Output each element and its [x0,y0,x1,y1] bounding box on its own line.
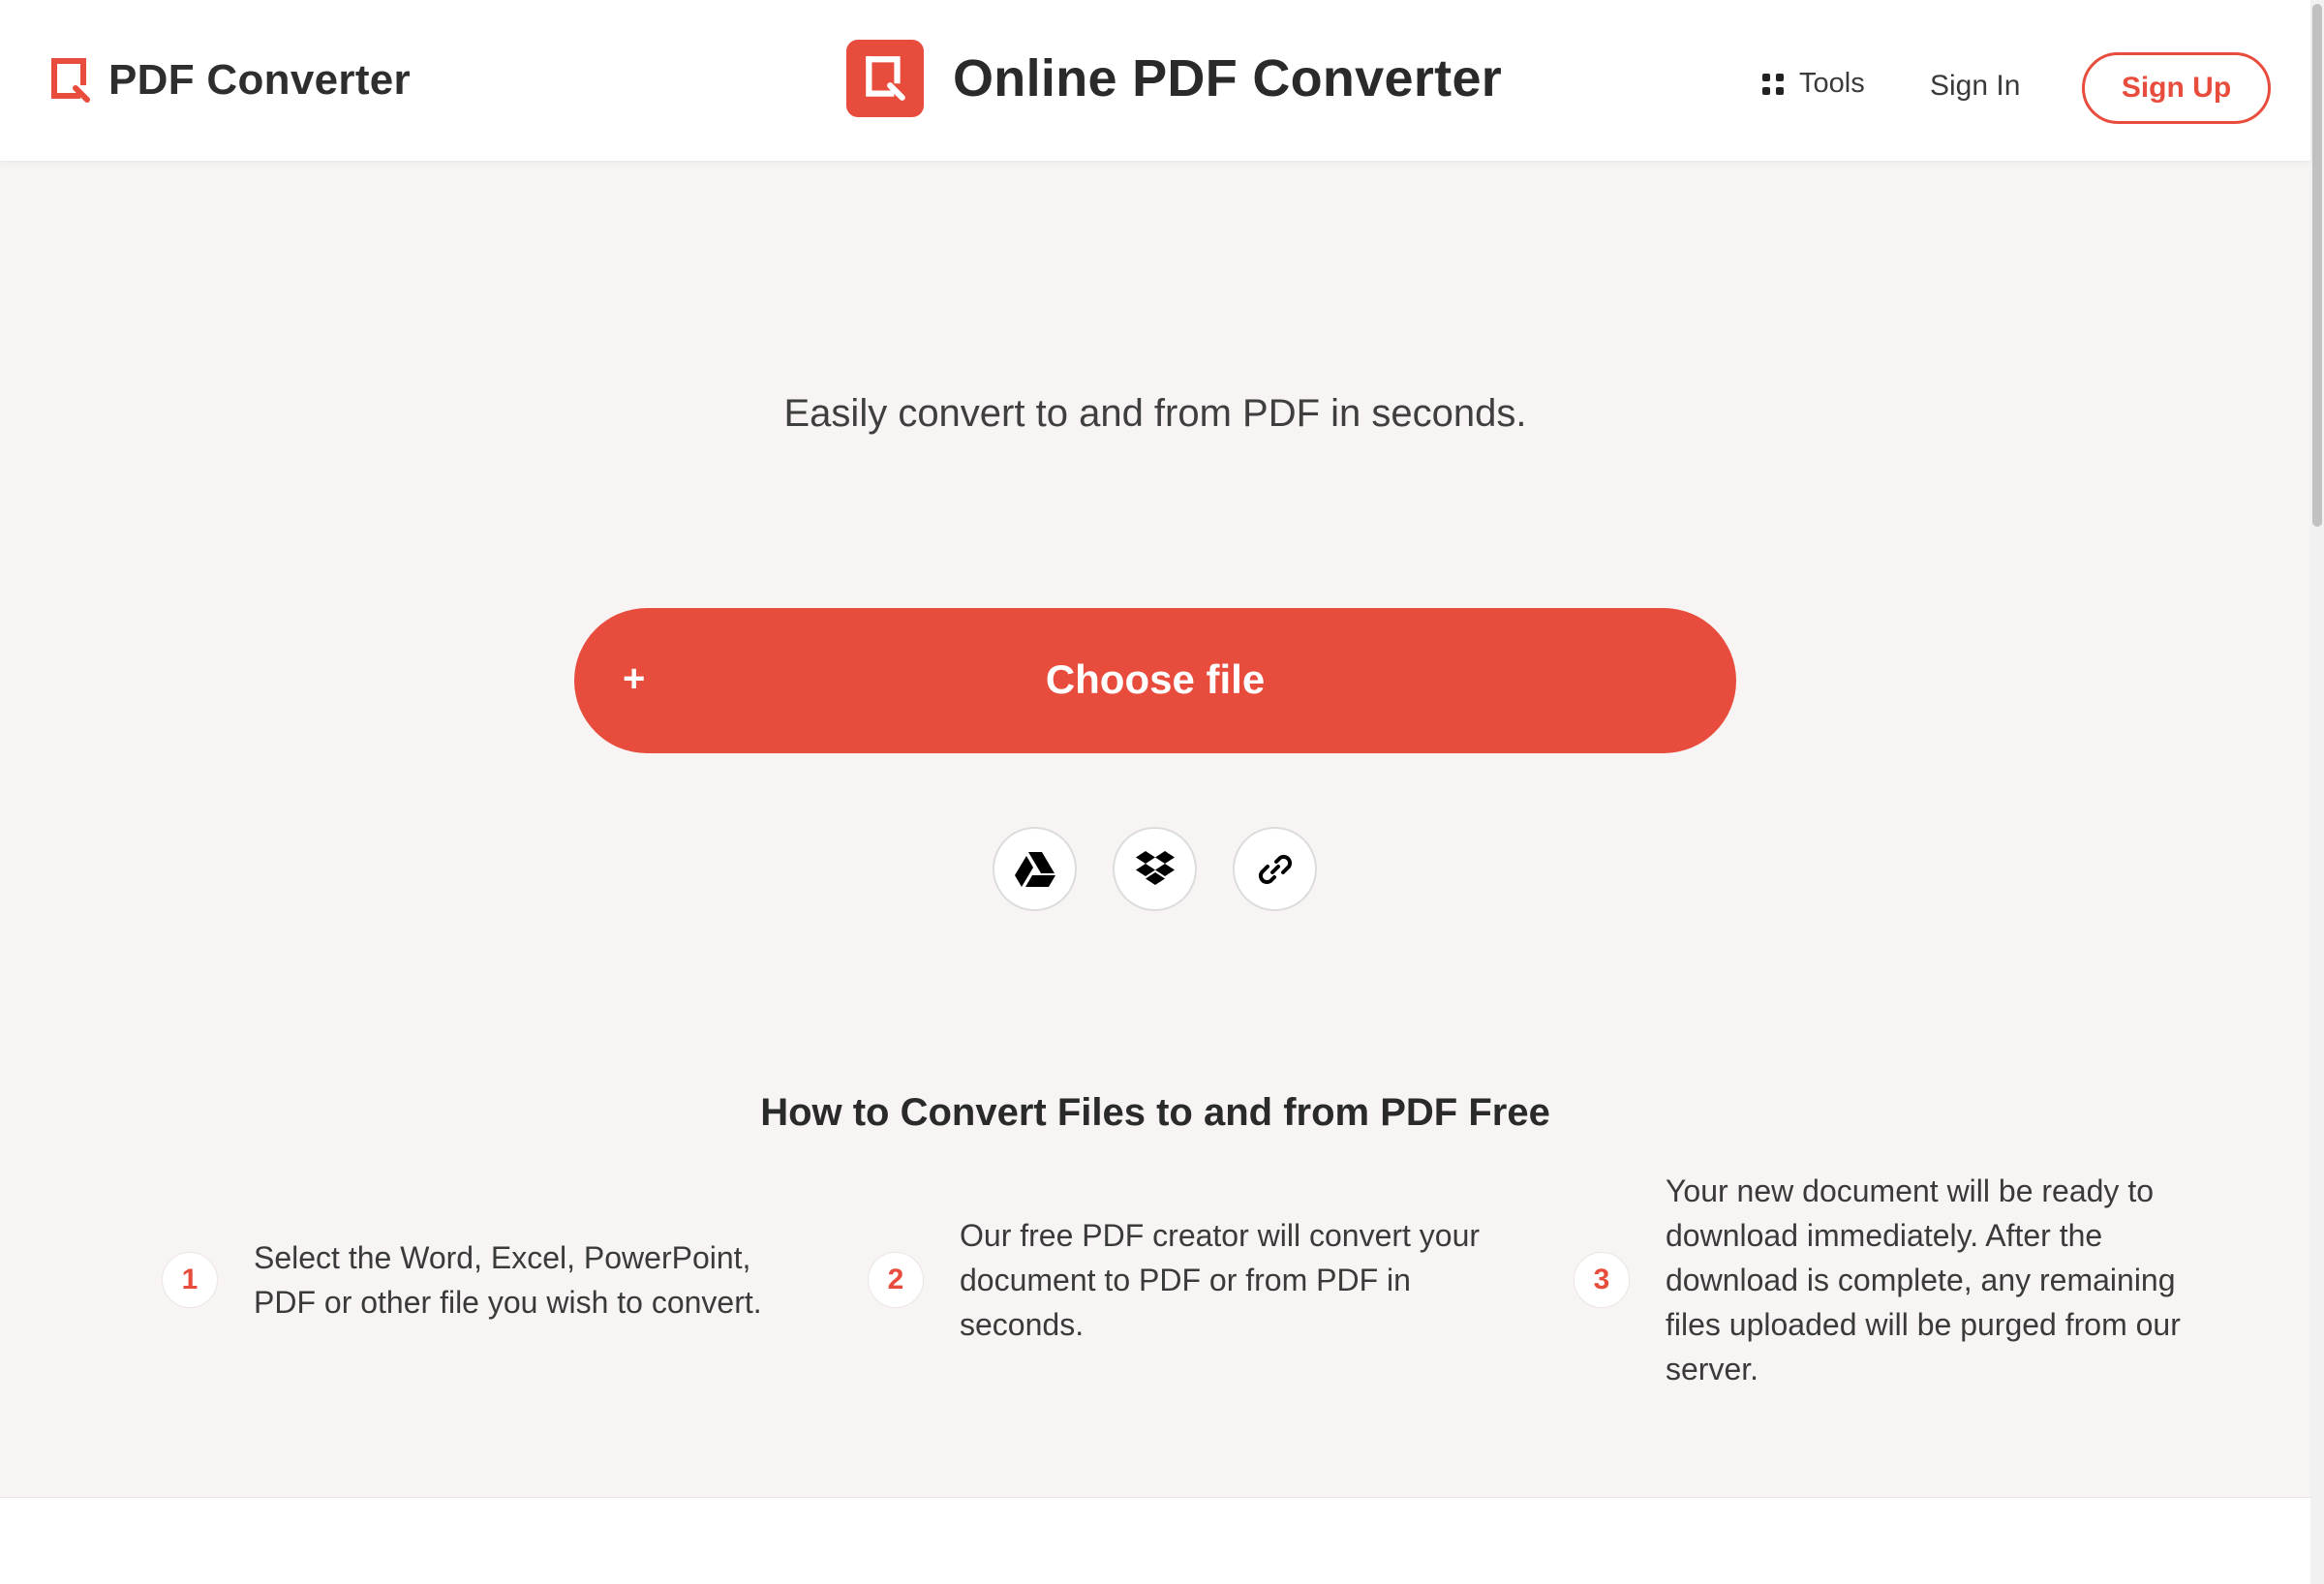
scrollbar-thumb[interactable] [2312,4,2322,527]
upload-sources [993,827,1317,911]
converter-logo-icon [866,56,905,101]
sign-up-button[interactable]: Sign Up [2082,52,2271,124]
brand-logo-link[interactable]: PDF Converter [50,56,411,105]
step-item: 3 Your new document will be ready to dow… [1574,1173,2232,1386]
top-header: PDF Converter Online PDF Converter Tools… [0,0,2310,162]
step-number-badge: 3 [1574,1252,1630,1308]
howto-heading: How to Convert Files to and from PDF Fre… [760,1091,1550,1134]
main-content: Easily convert to and from PDF in second… [0,162,2310,1498]
pdf-converter-logo-icon [51,58,90,103]
choose-file-button[interactable]: + Choose file [574,608,1736,753]
step-description: Our free PDF creator will convert your d… [960,1218,1481,1342]
step-item: 2 Our free PDF creator will convert your… [868,1207,1507,1353]
tools-menu-button[interactable]: Tools [1762,68,1865,100]
choose-file-label: Choose file [1045,656,1266,702]
tools-label: Tools [1799,68,1865,99]
step-number-badge: 1 [162,1252,218,1308]
link-icon [1258,854,1292,884]
brand-name: PDF Converter [108,56,411,104]
sign-in-link[interactable]: Sign In [1930,70,2020,103]
google-drive-icon [1014,851,1055,887]
step-description: Select the Word, Excel, PowerPoint, PDF … [254,1240,762,1320]
tagline: Easily convert to and from PDF in second… [783,392,1527,435]
page-scrollbar[interactable] [2310,0,2324,1584]
page-title: Online PDF Converter [846,40,1502,117]
step-description: Your new document will be ready to downl… [1666,1173,2181,1386]
app-title: Online PDF Converter [953,49,1503,107]
step-number-badge: 2 [868,1252,924,1308]
app-icon [846,40,924,117]
dropbox-icon [1135,850,1175,885]
step-item: 1 Select the Word, Excel, PowerPoint, PD… [162,1207,781,1353]
grid-icon [1762,73,1784,95]
dropbox-button[interactable] [1113,827,1197,911]
google-drive-button[interactable] [993,827,1077,911]
url-link-button[interactable] [1233,827,1317,911]
